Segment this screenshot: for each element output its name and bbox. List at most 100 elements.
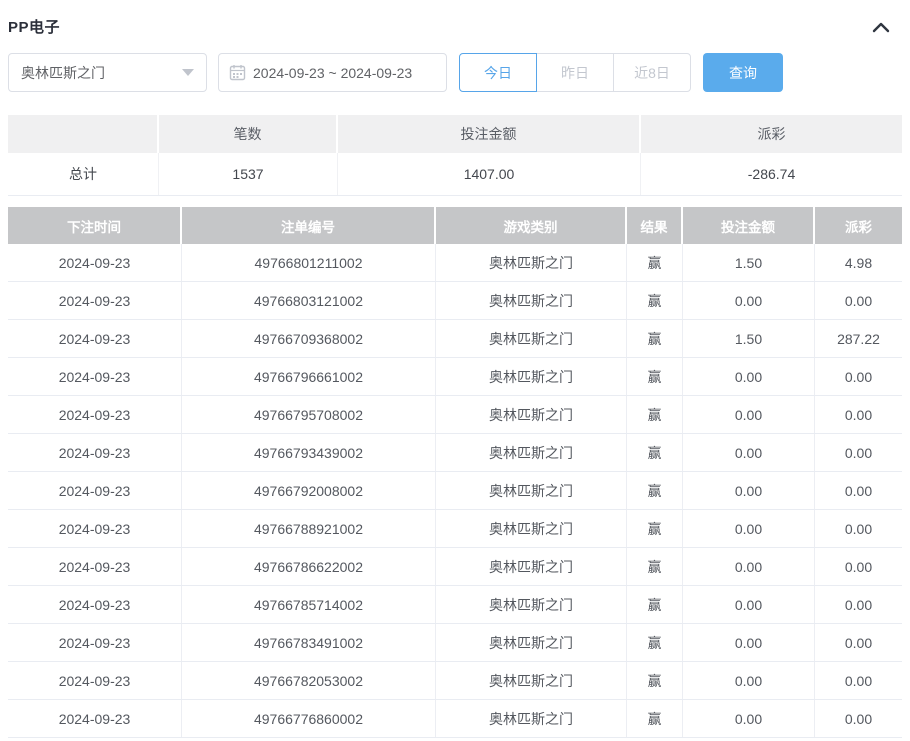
table-row: 2024-09-2349766801211002奥林匹斯之门赢1.504.98 [8, 244, 902, 282]
date-range-picker[interactable]: 2024-09-23 ~ 2024-09-23 [218, 53, 447, 92]
cell-bet-amount: 0.00 [683, 434, 815, 471]
cell-result: 赢 [627, 472, 683, 509]
cell-result: 赢 [627, 510, 683, 547]
col-bet-time: 下注时间 [8, 207, 182, 244]
yesterday-button[interactable]: 昨日 [536, 53, 614, 92]
pp-electronic-panel: PP电子 奥林匹斯之门 2024-09-23 ~ 202 [0, 0, 910, 741]
cell-order-id: 49766795708002 [182, 396, 436, 433]
cell-game-type: 奥林匹斯之门 [436, 434, 627, 471]
cell-payout: 0.00 [815, 434, 902, 471]
cell-result: 赢 [627, 624, 683, 661]
cell-bet-amount: 0.00 [683, 662, 815, 699]
summary-total-label: 总计 [8, 153, 159, 195]
cell-bet-time: 2024-09-23 [8, 320, 182, 357]
cell-bet-time: 2024-09-23 [8, 662, 182, 699]
summary-header-row: 笔数 投注金额 派彩 [8, 115, 902, 153]
bet-records-table: 下注时间 注单编号 游戏类别 结果 投注金额 派彩 2024-09-234976… [8, 207, 902, 738]
summary-col-bet-amount: 投注金额 [338, 115, 641, 153]
table-row: 2024-09-2349766792008002奥林匹斯之门赢0.000.00 [8, 472, 902, 510]
cell-bet-time: 2024-09-23 [8, 244, 182, 281]
table-row: 2024-09-2349766783491002奥林匹斯之门赢0.000.00 [8, 624, 902, 662]
cell-order-id: 49766783491002 [182, 624, 436, 661]
cell-bet-time: 2024-09-23 [8, 434, 182, 471]
cell-game-type: 奥林匹斯之门 [436, 662, 627, 699]
col-result: 结果 [627, 207, 683, 244]
cell-bet-amount: 0.00 [683, 282, 815, 319]
last8days-button[interactable]: 近8日 [613, 53, 691, 92]
cell-result: 赢 [627, 586, 683, 623]
cell-result: 赢 [627, 282, 683, 319]
cell-result: 赢 [627, 662, 683, 699]
cell-game-type: 奥林匹斯之门 [436, 586, 627, 623]
bet-table-body: 2024-09-2349766801211002奥林匹斯之门赢1.504.982… [8, 244, 902, 738]
cell-result: 赢 [627, 700, 683, 737]
chevron-up-icon [872, 21, 890, 33]
page-title: PP电子 [8, 16, 60, 37]
table-row: 2024-09-2349766788921002奥林匹斯之门赢0.000.00 [8, 510, 902, 548]
date-range-value: 2024-09-23 ~ 2024-09-23 [253, 65, 412, 81]
cell-order-id: 49766786622002 [182, 548, 436, 585]
cell-order-id: 49766788921002 [182, 510, 436, 547]
calendar-icon [229, 64, 253, 81]
cell-bet-amount: 0.00 [683, 358, 815, 395]
summary-col-payout: 派彩 [641, 115, 902, 153]
col-bet-amount: 投注金额 [683, 207, 815, 244]
cell-bet-amount: 0.00 [683, 700, 815, 737]
cell-order-id: 49766803121002 [182, 282, 436, 319]
cell-bet-time: 2024-09-23 [8, 624, 182, 661]
cell-order-id: 49766709368002 [182, 320, 436, 357]
cell-game-type: 奥林匹斯之门 [436, 320, 627, 357]
cell-game-type: 奥林匹斯之门 [436, 396, 627, 433]
cell-result: 赢 [627, 320, 683, 357]
cell-payout: 0.00 [815, 396, 902, 433]
table-row: 2024-09-2349766786622002奥林匹斯之门赢0.000.00 [8, 548, 902, 586]
cell-bet-amount: 0.00 [683, 396, 815, 433]
summary-col-empty [8, 115, 159, 153]
cell-game-type: 奥林匹斯之门 [436, 700, 627, 737]
table-row: 2024-09-2349766782053002奥林匹斯之门赢0.000.00 [8, 662, 902, 700]
cell-result: 赢 [627, 358, 683, 395]
summary-total-payout: -286.74 [641, 153, 902, 195]
panel-header: PP电子 [8, 13, 902, 40]
cell-bet-time: 2024-09-23 [8, 548, 182, 585]
col-order-id: 注单编号 [182, 207, 436, 244]
today-button[interactable]: 今日 [459, 53, 537, 92]
cell-bet-time: 2024-09-23 [8, 700, 182, 737]
cell-payout: 0.00 [815, 662, 902, 699]
cell-bet-time: 2024-09-23 [8, 586, 182, 623]
cell-bet-amount: 1.50 [683, 320, 815, 357]
cell-order-id: 49766793439002 [182, 434, 436, 471]
quick-date-group: 今日 昨日 近8日 [459, 53, 691, 92]
col-game-type: 游戏类别 [436, 207, 627, 244]
cell-game-type: 奥林匹斯之门 [436, 282, 627, 319]
query-button[interactable]: 查询 [703, 53, 783, 92]
table-row: 2024-09-2349766709368002奥林匹斯之门赢1.50287.2… [8, 320, 902, 358]
cell-result: 赢 [627, 548, 683, 585]
summary-table: 笔数 投注金额 派彩 总计 1537 1407.00 -286.74 [8, 115, 902, 196]
game-select[interactable]: 奥林匹斯之门 [8, 53, 207, 92]
cell-game-type: 奥林匹斯之门 [436, 472, 627, 509]
game-select-value: 奥林匹斯之门 [21, 63, 105, 83]
summary-col-count: 笔数 [159, 115, 338, 153]
table-header-row: 下注时间 注单编号 游戏类别 结果 投注金额 派彩 [8, 207, 902, 244]
cell-payout: 0.00 [815, 548, 902, 585]
cell-payout: 0.00 [815, 358, 902, 395]
cell-payout: 0.00 [815, 510, 902, 547]
cell-payout: 0.00 [815, 624, 902, 661]
cell-game-type: 奥林匹斯之门 [436, 548, 627, 585]
summary-total-bet-amount: 1407.00 [338, 153, 641, 195]
cell-order-id: 49766796661002 [182, 358, 436, 395]
table-row: 2024-09-2349766796661002奥林匹斯之门赢0.000.00 [8, 358, 902, 396]
caret-down-icon [182, 69, 194, 76]
cell-bet-time: 2024-09-23 [8, 358, 182, 395]
cell-order-id: 49766792008002 [182, 472, 436, 509]
cell-bet-amount: 0.00 [683, 586, 815, 623]
filter-bar: 奥林匹斯之门 2024-09-23 ~ 2024-09-23 今日 昨日 近8日… [8, 53, 902, 92]
cell-game-type: 奥林匹斯之门 [436, 358, 627, 395]
cell-payout: 0.00 [815, 586, 902, 623]
table-row: 2024-09-2349766785714002奥林匹斯之门赢0.000.00 [8, 586, 902, 624]
summary-total-count: 1537 [159, 153, 338, 195]
collapse-button[interactable] [868, 16, 894, 38]
cell-game-type: 奥林匹斯之门 [436, 624, 627, 661]
cell-payout: 0.00 [815, 472, 902, 509]
